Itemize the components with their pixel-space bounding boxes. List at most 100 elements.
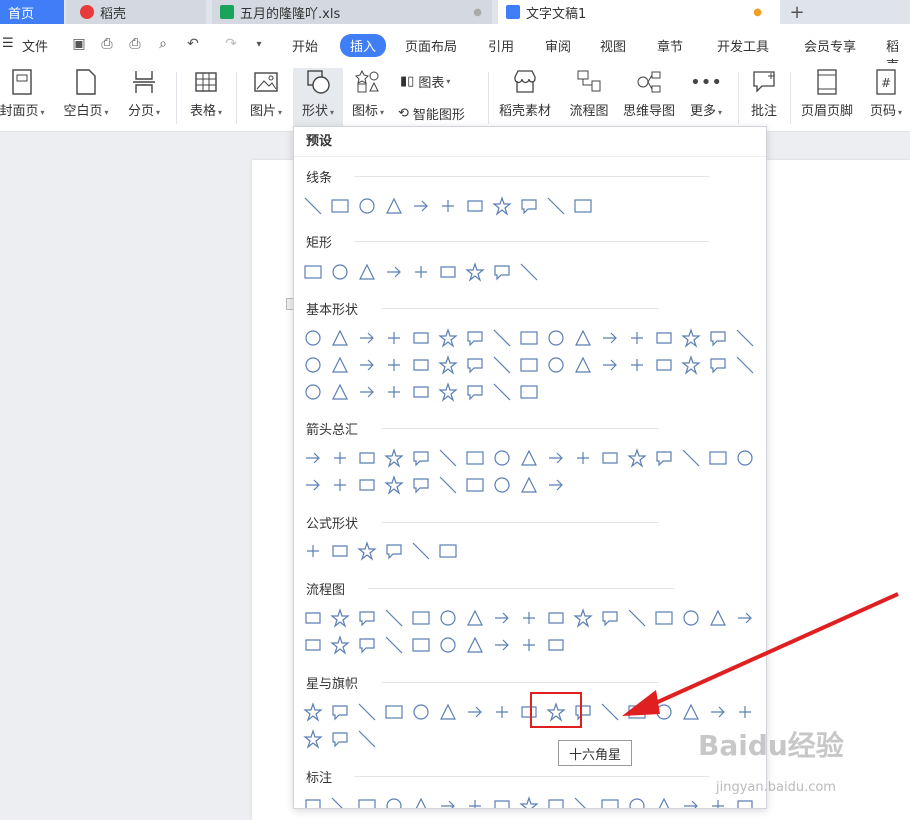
shape-option-icon[interactable] [518,795,540,808]
shape-option-icon[interactable] [518,327,540,349]
shape-option-icon[interactable] [653,354,675,376]
shape-option-icon[interactable] [356,728,378,750]
shape-option-icon[interactable] [356,447,378,469]
shape-option-icon[interactable] [383,354,405,376]
shape-option-icon[interactable] [356,701,378,723]
shape-option-icon[interactable] [653,447,675,469]
table-button[interactable]: 表格 ▾ [186,68,226,128]
hamburger-icon[interactable]: ☰ [2,36,14,51]
shape-option-icon[interactable] [302,540,324,562]
shape-option-icon[interactable] [707,447,729,469]
shape-option-icon[interactable] [680,701,702,723]
shape-option-icon[interactable] [437,474,459,496]
shape-option-icon[interactable] [302,261,324,283]
shape-option-icon[interactable] [329,195,351,217]
shape-option-icon[interactable] [572,195,594,217]
shape-option-icon[interactable] [437,261,459,283]
tab-xls[interactable]: 五月的隆隆吖.xls ● [212,0,492,24]
shape-option-icon[interactable] [302,795,324,808]
shape-option-icon[interactable] [383,195,405,217]
shape-option-icon[interactable] [653,327,675,349]
shape-option-icon[interactable] [599,447,621,469]
shape-option-icon[interactable] [383,701,405,723]
shape-option-icon[interactable] [437,447,459,469]
shape-option-icon[interactable] [410,607,432,629]
shape-option-icon[interactable] [410,354,432,376]
shape-option-icon[interactable] [329,728,351,750]
shape-option-icon[interactable] [410,261,432,283]
shape-option-icon[interactable] [545,447,567,469]
menu-member[interactable]: 会员专享 [804,36,856,55]
shape-option-icon[interactable] [302,354,324,376]
shape-option-icon[interactable] [518,261,540,283]
shape-option-icon[interactable] [464,261,486,283]
menu-view[interactable]: 视图 [600,36,626,55]
shape-option-icon[interactable] [734,795,756,808]
shape-option-icon[interactable] [302,634,324,656]
shape-option-icon[interactable] [491,195,513,217]
shape-option-icon[interactable] [383,447,405,469]
shape-option-icon[interactable] [383,474,405,496]
mindmap-button[interactable]: 思维导图 [620,68,678,128]
daoke-material-button[interactable]: 稻壳素材 [496,68,554,128]
shape-option-icon[interactable] [491,354,513,376]
shape-button[interactable]: 形状 ▾ [293,68,343,128]
shape-option-icon[interactable] [545,795,567,808]
shape-option-icon[interactable] [545,327,567,349]
shape-option-icon[interactable] [518,381,540,403]
smart-graphic-button[interactable]: ⟲ 智能图形 [398,104,465,123]
shape-option-icon[interactable] [626,327,648,349]
shape-option-icon[interactable] [464,795,486,808]
shape-option-icon[interactable] [356,634,378,656]
shape-option-icon[interactable] [518,474,540,496]
export-pdf-icon[interactable]: ⎙ [98,35,116,53]
icon-button[interactable]: 图标 ▾ [348,68,388,128]
menu-section[interactable]: 章节 [657,36,683,55]
shape-option-icon[interactable] [545,634,567,656]
shape-option-icon[interactable] [329,795,351,808]
shape-option-icon[interactable] [302,728,324,750]
shape-option-icon[interactable] [383,795,405,808]
shape-option-icon[interactable] [680,327,702,349]
redo-icon[interactable]: ↷ [222,35,240,53]
menu-page-layout[interactable]: 页面布局 [405,36,457,55]
shape-option-icon[interactable] [437,327,459,349]
shape-option-icon[interactable] [626,607,648,629]
shape-option-icon[interactable] [410,474,432,496]
shape-option-icon[interactable] [518,634,540,656]
undo-icon[interactable]: ↶ [184,35,202,53]
shape-option-icon[interactable] [356,327,378,349]
shape-option-icon[interactable] [653,701,675,723]
shape-option-icon[interactable] [437,701,459,723]
shape-option-icon[interactable] [410,701,432,723]
shape-option-icon[interactable] [707,327,729,349]
new-tab-button[interactable]: + [784,0,810,24]
shape-option-icon[interactable] [491,634,513,656]
shape-option-icon[interactable] [302,195,324,217]
shape-option-icon[interactable] [734,701,756,723]
shape-option-icon[interactable] [464,607,486,629]
shape-option-icon[interactable] [680,354,702,376]
shape-option-icon[interactable] [491,327,513,349]
shape-option-icon[interactable] [599,795,621,808]
shape-option-icon[interactable] [707,607,729,629]
shape-option-icon[interactable] [302,607,324,629]
customize-dropdown-icon[interactable]: ▾ [250,35,268,53]
cover-page-button[interactable]: 封面页 ▾ [0,68,46,128]
shape-option-icon[interactable] [356,795,378,808]
shape-option-icon[interactable] [491,701,513,723]
shape-option-icon[interactable] [329,701,351,723]
shape-option-icon[interactable] [491,607,513,629]
shape-option-icon[interactable] [383,634,405,656]
shape-option-icon[interactable] [356,607,378,629]
shape-option-icon[interactable] [329,447,351,469]
menu-start[interactable]: 开始 [292,36,318,55]
shape-option-icon[interactable] [734,447,756,469]
menu-insert[interactable]: 插入 [340,34,387,57]
shape-option-icon[interactable] [383,381,405,403]
shape-option-icon[interactable] [329,540,351,562]
tab-close-icon[interactable]: ● [473,7,482,18]
menu-developer[interactable]: 开发工具 [717,36,769,55]
shape-option-icon[interactable] [410,540,432,562]
tab-daoke[interactable]: 稻壳 [66,0,206,24]
